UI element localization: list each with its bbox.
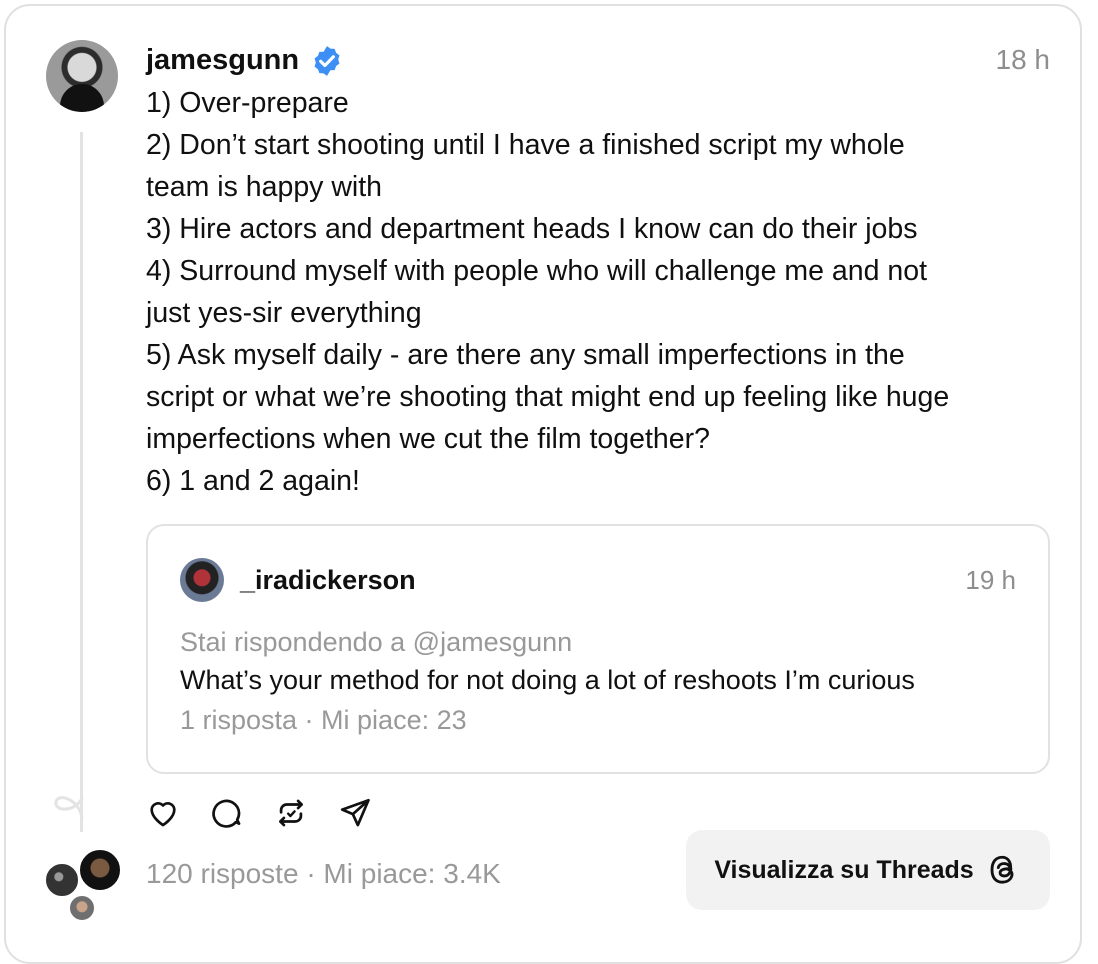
author-username[interactable]: jamesgunn [146,40,299,80]
repost-icon[interactable] [274,796,308,830]
thread-loop-icon [54,796,84,820]
author-avatar[interactable] [46,40,118,112]
post-line: 2) Don’t start shooting until I have a f… [146,129,905,203]
quoted-text: What’s your method for not doing a lot o… [180,665,915,695]
post-time: 18 h [995,44,1051,75]
post-line: 3) Hire actors and department heads I kn… [146,213,918,245]
replying-to-label: Stai rispondendo a @jamesgunn [180,627,573,657]
replier-avatars [42,848,126,922]
quoted-stats: 1 risposta · Mi piace: 23 [180,705,467,735]
action-bar [146,796,372,830]
thread-line [80,132,83,832]
quoted-username[interactable]: _iradickerson [240,562,416,598]
replier-avatar [44,862,80,898]
view-on-threads-button[interactable]: Visualizza su Threads [686,830,1050,910]
post-stats[interactable]: 120 risposte · Mi piace: 3.4K [146,856,501,892]
post-line: 1) Over-prepare [146,87,349,119]
replier-avatar [68,894,96,922]
post-line: 5) Ask myself daily - are there any smal… [146,339,950,455]
post-line: 4) Surround myself with people who will … [146,255,928,329]
send-icon[interactable] [338,796,372,830]
quoted-avatar[interactable] [180,558,224,602]
post-line: 6) 1 and 2 again! [146,465,360,497]
threads-logo-icon [990,855,1014,884]
comment-icon[interactable] [210,796,244,830]
verified-badge-icon [314,46,340,76]
post-text: 1) Over-prepare 2) Don’t start shooting … [146,82,1046,502]
heart-icon[interactable] [146,796,180,830]
quoted-time: 19 h [965,565,1016,595]
view-on-threads-label: Visualizza su Threads [714,855,974,884]
replier-avatar [78,848,122,892]
quoted-post[interactable]: _iradickerson 19 h Stai rispondendo a @j… [146,524,1050,774]
